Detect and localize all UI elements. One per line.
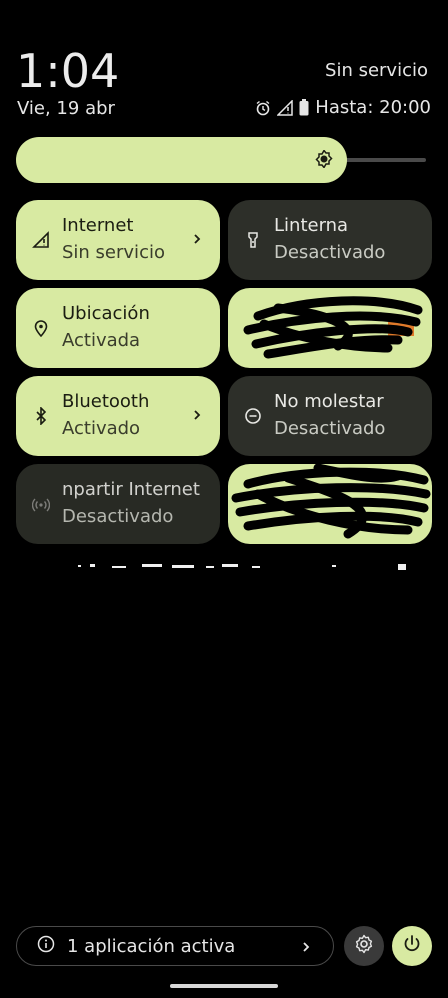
signal-off-icon	[277, 99, 294, 116]
tile-title: Ubicación	[62, 303, 150, 324]
tile-title: Internet	[62, 215, 134, 236]
page-indicator	[78, 564, 406, 570]
tile-title: No molestar	[274, 391, 384, 412]
alarm-until-text: Hasta: 20:00	[315, 97, 431, 118]
tile-flashlight[interactable]: Linterna Desactivado	[228, 200, 432, 280]
tile-redacted[interactable]	[228, 288, 432, 368]
tile-subtitle: Sin servicio	[62, 242, 165, 263]
location-pin-icon	[32, 319, 50, 338]
battery-icon	[299, 99, 309, 116]
clock: 1:04	[16, 44, 120, 98]
carrier-label: Sin servicio	[325, 60, 428, 81]
brightness-fill[interactable]	[16, 137, 347, 183]
active-apps-button[interactable]: 1 aplicación activa	[16, 926, 334, 966]
tile-bluetooth[interactable]: Bluetooth Activado	[16, 376, 220, 456]
tile-hotspot[interactable]: npartir Internet Desactivado	[16, 464, 220, 544]
tile-subtitle: Activado	[62, 418, 141, 439]
tile-do-not-disturb[interactable]: No molestar Desactivado	[228, 376, 432, 456]
info-icon	[37, 935, 55, 957]
bluetooth-icon	[32, 406, 50, 426]
tile-subtitle: Desactivado	[274, 418, 386, 439]
alarm-icon	[255, 100, 271, 116]
hotspot-icon	[31, 495, 51, 513]
tile-title: npartir Internet	[62, 479, 200, 500]
tile-subtitle: Desactivado	[274, 242, 386, 263]
power-button[interactable]	[392, 926, 432, 966]
tile-location[interactable]: Ubicación Activada	[16, 288, 220, 368]
tile-subtitle: Activada	[62, 330, 141, 351]
tile-redacted[interactable]	[228, 464, 432, 544]
chevron-right-icon	[301, 939, 311, 959]
tile-internet[interactable]: Internet Sin servicio	[16, 200, 220, 280]
do-not-disturb-icon	[244, 407, 262, 425]
brightness-slider[interactable]	[16, 137, 426, 183]
gear-icon	[354, 934, 374, 958]
home-indicator[interactable]	[170, 984, 278, 988]
flashlight-icon	[244, 231, 262, 249]
tile-subtitle: Desactivado	[62, 506, 174, 527]
chevron-right-icon[interactable]	[192, 407, 202, 427]
settings-button[interactable]	[344, 926, 384, 966]
tile-title: Linterna	[274, 215, 349, 236]
redaction-scribble	[231, 464, 431, 539]
redaction-scribble	[243, 296, 423, 359]
signal-off-icon	[32, 231, 50, 249]
tile-title: Bluetooth	[62, 391, 150, 412]
power-icon	[402, 934, 422, 958]
chevron-right-icon[interactable]	[192, 231, 202, 251]
date: Vie, 19 abr	[17, 98, 115, 119]
status-icons: Hasta: 20:00	[255, 97, 431, 118]
active-apps-label: 1 aplicación activa	[67, 935, 236, 957]
brightness-icon	[315, 149, 333, 172]
